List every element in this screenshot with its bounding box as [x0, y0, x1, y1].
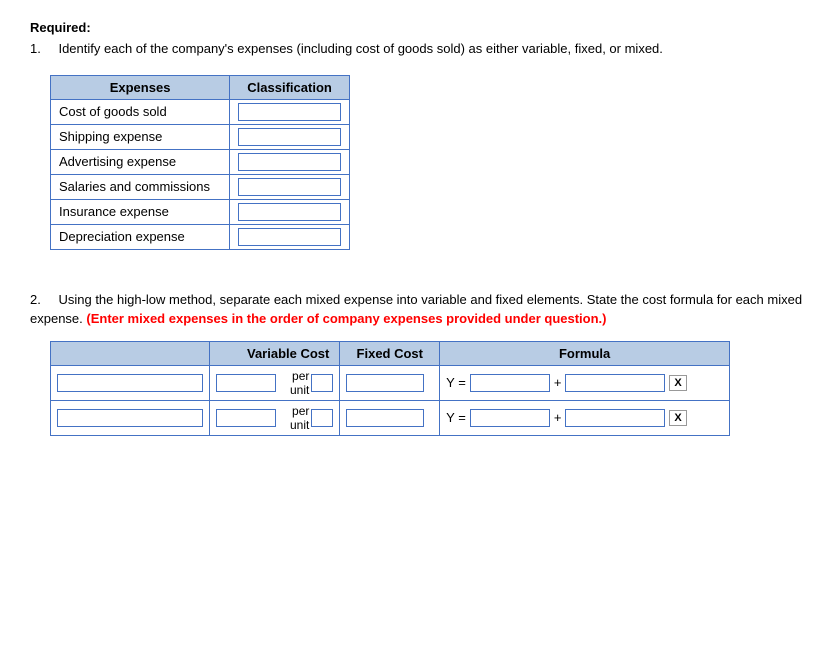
formula-formula-cell-1: Y = + X [440, 365, 730, 400]
table-row: Cost of goods sold [51, 99, 350, 124]
expense-name-1: Cost of goods sold [51, 99, 230, 124]
formula-var-cell-2[interactable]: per unit [210, 400, 340, 435]
formula-name-field-1[interactable] [57, 374, 203, 392]
table-row: Shipping expense [51, 124, 350, 149]
formula-var-field-2[interactable] [216, 409, 276, 427]
formula-delete-btn-2[interactable]: X [669, 410, 686, 426]
formula-row-1: per unit Y = + X [51, 365, 730, 400]
classification-col-header: Classification [230, 75, 350, 99]
expense-name-6: Depreciation expense [51, 224, 230, 249]
per-unit-label-1: per unit [278, 369, 309, 397]
formula-table: Variable Cost Fixed Cost Formula per uni… [50, 341, 730, 436]
section-required: Required: 1. Identify each of the compan… [30, 20, 803, 250]
per-unit-label-2: per unit [278, 404, 309, 432]
table-row: Depreciation expense [51, 224, 350, 249]
classification-field-5[interactable] [238, 203, 341, 221]
formula-name-input-2[interactable] [51, 400, 210, 435]
formula-y-field-1[interactable] [470, 374, 550, 392]
classification-input-5[interactable] [230, 199, 350, 224]
q2-number: 2. [30, 292, 41, 307]
classification-field-1[interactable] [238, 103, 341, 121]
classification-input-2[interactable] [230, 124, 350, 149]
classification-field-2[interactable] [238, 128, 341, 146]
expense-name-5: Insurance expense [51, 199, 230, 224]
classification-field-6[interactable] [238, 228, 341, 246]
formula-plus-field-2[interactable] [565, 409, 665, 427]
expense-name-4: Salaries and commissions [51, 174, 230, 199]
formula-y-field-2[interactable] [470, 409, 550, 427]
formula-col-name [51, 341, 210, 365]
q1-number: 1. [30, 41, 41, 56]
formula-fixed-field-2[interactable] [346, 409, 424, 427]
expense-col-header: Expenses [51, 75, 230, 99]
table-row: Insurance expense [51, 199, 350, 224]
formula-delete-btn-1[interactable]: X [669, 375, 686, 391]
formula-col-fixed: Fixed Cost [340, 341, 440, 365]
formula-name-field-2[interactable] [57, 409, 203, 427]
formula-var-extra-1[interactable] [311, 374, 333, 392]
classification-field-3[interactable] [238, 153, 341, 171]
q1-text: Identify each of the company's expenses … [58, 41, 662, 56]
plus-label-2: + [554, 410, 562, 425]
table-row: Salaries and commissions [51, 174, 350, 199]
formula-var-extra-2[interactable] [311, 409, 333, 427]
formula-name-input-1[interactable] [51, 365, 210, 400]
plus-label-1: + [554, 375, 562, 390]
q2-text-red: (Enter mixed expenses in the order of co… [86, 311, 606, 326]
formula-var-field-1[interactable] [216, 374, 276, 392]
formula-var-cell-1[interactable]: per unit [210, 365, 340, 400]
question-1: 1. Identify each of the company's expens… [30, 39, 803, 59]
formula-col-variable: Variable Cost [210, 341, 340, 365]
formula-col-formula: Formula [440, 341, 730, 365]
expense-name-2: Shipping expense [51, 124, 230, 149]
formula-fixed-cell-1[interactable] [340, 365, 440, 400]
formula-plus-field-1[interactable] [565, 374, 665, 392]
required-label: Required: [30, 20, 803, 35]
formula-row-2: per unit Y = + X [51, 400, 730, 435]
q2-text-block: 2. Using the high-low method, separate e… [30, 290, 803, 329]
section-q2: 2. Using the high-low method, separate e… [30, 290, 803, 436]
y-equals-label-1: Y = [446, 375, 466, 390]
y-equals-label-2: Y = [446, 410, 466, 425]
formula-fixed-field-1[interactable] [346, 374, 424, 392]
formula-formula-cell-2: Y = + X [440, 400, 730, 435]
classification-input-4[interactable] [230, 174, 350, 199]
expense-classification-table: Expenses Classification Cost of goods so… [50, 75, 350, 250]
classification-input-1[interactable] [230, 99, 350, 124]
table-row: Advertising expense [51, 149, 350, 174]
classification-input-3[interactable] [230, 149, 350, 174]
classification-input-6[interactable] [230, 224, 350, 249]
expense-name-3: Advertising expense [51, 149, 230, 174]
formula-fixed-cell-2[interactable] [340, 400, 440, 435]
classification-field-4[interactable] [238, 178, 341, 196]
